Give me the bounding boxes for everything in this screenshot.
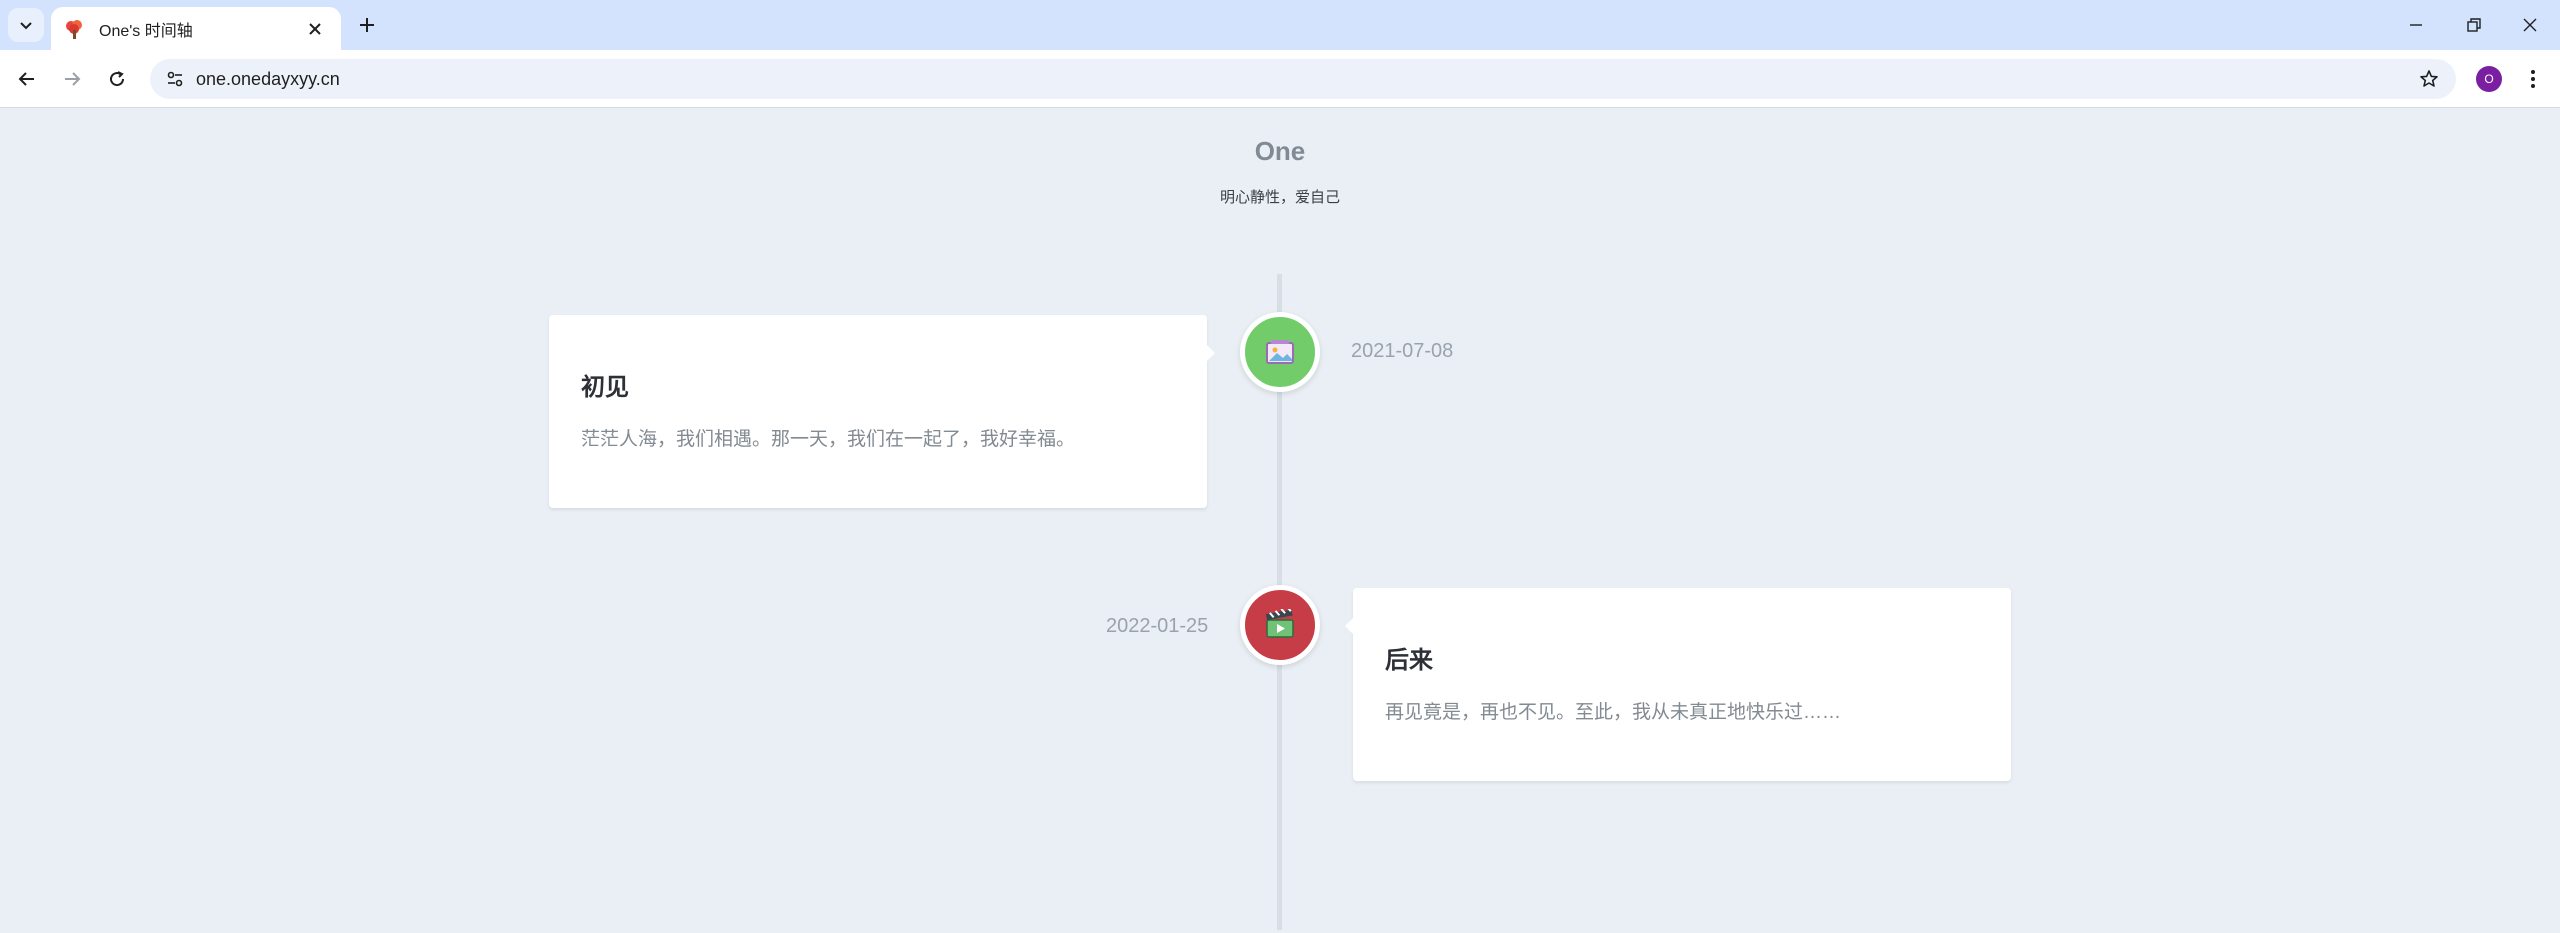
arrow-left-icon: [18, 72, 34, 86]
browser-toolbar: one.onedayxyy.cn O: [0, 50, 2560, 108]
timeline-date: 2021-07-08: [1351, 340, 1454, 362]
reload-icon: [110, 71, 125, 87]
profile-avatar[interactable]: O: [2476, 66, 2502, 92]
active-tab[interactable]: One's 时间轴: [51, 7, 341, 50]
star-icon: [2420, 70, 2438, 87]
card-title: 初见: [581, 374, 629, 401]
card-pointer: [1345, 618, 1353, 634]
tab-search-button[interactable]: [8, 8, 44, 42]
timeline-card: 后来 再见竟是，再也不见。至此，我从未真正地快乐过……: [1345, 588, 2011, 781]
page-content: One 明心静性，爱自己 初见 茫茫人海，我们相遇。那一天，我们在一起了，我好幸…: [0, 108, 2560, 933]
window-close-button[interactable]: [2500, 0, 2560, 50]
plus-icon: [360, 18, 374, 32]
tab-strip: One's 时间轴: [0, 0, 2560, 50]
card-pointer: [1207, 345, 1215, 361]
restore-icon: [2467, 18, 2481, 32]
site-title: One: [1254, 136, 1306, 166]
timeline-date: 2022-01-25: [1106, 615, 1209, 637]
tab-title: One's 时间轴: [99, 22, 193, 40]
close-icon: [2523, 18, 2537, 32]
new-tab-button[interactable]: [352, 10, 382, 40]
address-bar[interactable]: one.onedayxyy.cn: [150, 59, 2456, 99]
url-text[interactable]: one.onedayxyy.cn: [196, 69, 340, 90]
site-info-button[interactable]: [160, 64, 190, 94]
restore-button[interactable]: [2444, 0, 2504, 50]
minimize-button[interactable]: [2386, 0, 2446, 50]
tab-close-button[interactable]: [303, 17, 327, 41]
menu-button[interactable]: [2516, 62, 2550, 96]
reload-button[interactable]: [100, 62, 134, 96]
close-icon: [309, 22, 321, 35]
tune-icon: [167, 71, 183, 87]
card-title: 后来: [1385, 647, 1433, 674]
site-motto: 明心静性，爱自己: [1219, 189, 1340, 206]
photo-icon: [1266, 340, 1294, 364]
timeline-node: [1240, 312, 1320, 392]
film-clapper-icon: [1265, 609, 1294, 638]
tree-favicon-icon: [66, 19, 82, 39]
forward-button[interactable]: [55, 62, 89, 96]
arrow-right-icon: [65, 72, 81, 86]
chevron-down-icon: [20, 22, 32, 30]
back-button[interactable]: [10, 62, 44, 96]
card-text: 茫茫人海，我们相遇。那一天，我们在一起了，我好幸福。: [581, 429, 1076, 450]
timeline-node: [1240, 585, 1320, 665]
more-vertical-icon: [2531, 70, 2535, 88]
timeline-card: 初见 茫茫人海，我们相遇。那一天，我们在一起了，我好幸福。: [549, 315, 1215, 508]
minimize-icon: [2410, 24, 2422, 26]
card-text: 再见竟是，再也不见。至此，我从未真正地快乐过……: [1385, 702, 1842, 723]
bookmark-button[interactable]: [2414, 64, 2444, 94]
